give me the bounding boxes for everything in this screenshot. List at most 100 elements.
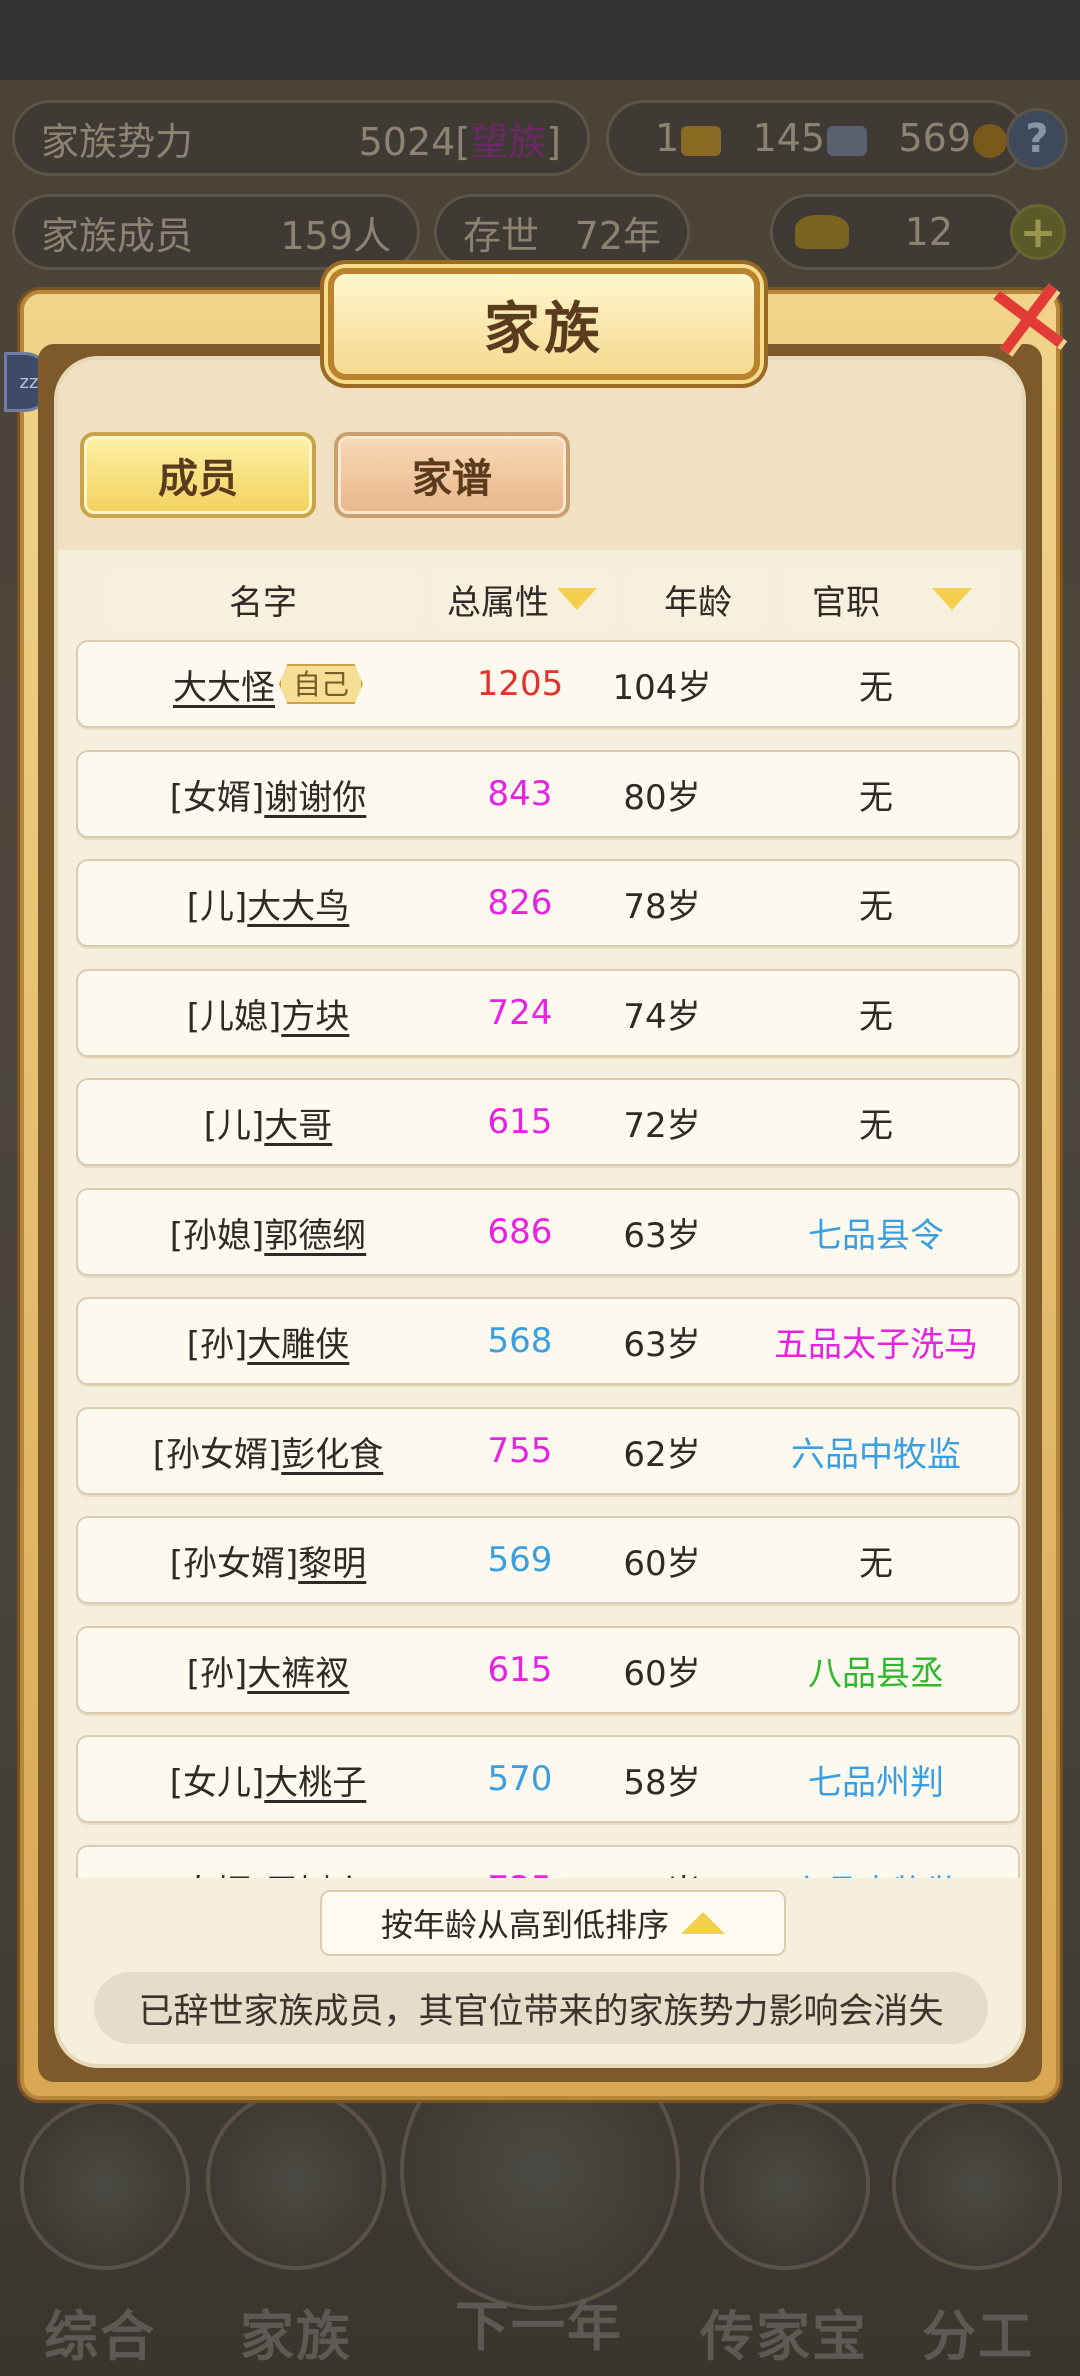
family-members-label: 家族成员	[41, 213, 194, 258]
member-relation: [孙]	[186, 1653, 248, 1694]
member-age: 74岁	[623, 996, 701, 1037]
member-office: 八品县丞	[808, 1653, 944, 1694]
member-name[interactable]: 彭化食	[281, 1427, 383, 1476]
member-name[interactable]: 大雕侠	[247, 1317, 349, 1366]
member-name-cell: [儿] 大哥	[78, 1080, 458, 1164]
ingot-value: 12	[904, 210, 953, 254]
member-attr: 569	[487, 1540, 553, 1580]
help-button[interactable]: ?	[1006, 108, 1068, 170]
tab-genealogy[interactable]: 家谱	[334, 432, 570, 518]
resource-count-1: 1	[655, 116, 723, 160]
member-row[interactable]: [儿] 大哥 615 72岁 无	[76, 1078, 1020, 1166]
member-relation: [女婿]	[169, 777, 265, 818]
member-relation: [孙]	[186, 1324, 248, 1365]
tab-members[interactable]: 成员	[80, 432, 316, 518]
nav-family-label[interactable]: 家族	[240, 2292, 352, 2371]
member-relation: [孙女婿]	[152, 1434, 282, 1475]
sort-order-label: 按年龄从高到低排序	[380, 1906, 669, 1944]
resource-count-2: 145	[753, 116, 870, 160]
member-name-cell: [女儿] 大桃子	[78, 1737, 458, 1821]
member-name[interactable]: 郭德纲	[264, 1208, 366, 1257]
member-list[interactable]: 大大怪 自己 1205 104岁无 [女婿] 谢谢你 843 80岁无 [儿] 大大鸟 826 78岁…	[76, 640, 1020, 1878]
family-power-pill: 家族势力 5024[望族]	[12, 100, 590, 176]
nav-general-icon[interactable]	[20, 2100, 190, 2270]
sort-dropdown-icon[interactable]	[557, 588, 597, 610]
nav-division-label[interactable]: 分工	[922, 2292, 1034, 2371]
member-office: 七品州判	[808, 1762, 944, 1803]
nav-division-icon[interactable]	[892, 2100, 1062, 2270]
gold-ingot-icon	[795, 215, 849, 249]
nav-general-label[interactable]: 综合	[44, 2292, 156, 2371]
sort-order-button[interactable]: 按年龄从高到低排序	[320, 1890, 786, 1956]
member-row[interactable]: [儿] 大大鸟 826 78岁 无	[76, 859, 1020, 947]
member-office: 五品太子洗马	[774, 1324, 978, 1365]
column-header-office[interactable]: 官职	[784, 570, 1000, 628]
member-name-cell: [孙女婿] 彭化食	[78, 1409, 458, 1493]
member-attr: 755	[487, 1431, 553, 1471]
member-name[interactable]: 大哥	[264, 1098, 332, 1147]
family-years-pill: 存世 72年	[434, 194, 690, 270]
member-row[interactable]: [孙女婿] 彭化食 755 62岁 六品中牧监	[76, 1407, 1020, 1495]
member-name-cell: [孙媳] 郭德纲	[78, 1190, 458, 1274]
silver-bar-icon	[827, 125, 868, 156]
member-age: 60岁	[623, 1653, 701, 1694]
member-row[interactable]: [孙媳] 郭德纲 686 63岁 七品县令	[76, 1188, 1020, 1276]
member-name[interactable]: 黎明	[298, 1536, 366, 1585]
member-attr: 568	[487, 1321, 553, 1361]
member-attr: 615	[487, 1102, 553, 1142]
column-header-office-label: 官职	[812, 582, 880, 623]
column-header-attr[interactable]: 总属性	[432, 570, 612, 628]
member-row[interactable]: [孙] 大雕侠 568 63岁 五品太子洗马	[76, 1297, 1020, 1385]
coin-icon	[973, 123, 1007, 158]
member-age: 104岁	[612, 667, 712, 708]
member-row[interactable]: [女儿] 大桃子 570 58岁 七品州判	[76, 1735, 1020, 1823]
resources-pill: 1 145 569	[606, 100, 1026, 176]
filter-dropdown-icon[interactable]	[932, 588, 972, 610]
member-attr: 826	[487, 883, 553, 923]
member-name-cell: [儿媳] 方块	[78, 971, 458, 1055]
member-name-cell: [儿] 大大鸟	[78, 861, 458, 945]
nav-next-year-label[interactable]: 下一年	[455, 2282, 623, 2361]
member-name[interactable]: 大大怪	[173, 660, 275, 709]
member-office: 七品县令	[808, 1215, 944, 1256]
deceased-notice-text: 已辞世家族成员，其官位带来的家族势力影响会消失	[138, 1991, 944, 2032]
member-name-cell: [孙女婿] 黎明	[78, 1518, 458, 1602]
member-name[interactable]: 大裤衩	[247, 1646, 349, 1695]
status-bar	[0, 0, 1080, 80]
member-name[interactable]: 大大鸟	[247, 879, 349, 928]
member-relation: [儿]	[186, 886, 248, 927]
member-office: 无	[859, 996, 893, 1037]
nav-heirloom-label[interactable]: 传家宝	[700, 2292, 868, 2371]
member-name[interactable]: 大桃子	[264, 1755, 366, 1804]
member-row[interactable]: [女婿] 谢谢你 843 80岁 无	[76, 750, 1020, 838]
family-rank: 望族	[470, 119, 547, 164]
member-attr: 686	[487, 1212, 553, 1252]
column-header-attr-label: 总属性	[447, 582, 549, 623]
family-power-value: 5024[望族]	[358, 119, 561, 164]
member-attr: 843	[487, 774, 553, 814]
nav-heirloom-icon[interactable]	[700, 2100, 870, 2270]
member-row[interactable]: 大大怪 自己 1205 104岁 无	[76, 640, 1020, 728]
member-age: 62岁	[623, 1434, 701, 1475]
bottom-nav: 综合 家族 下一年 传家宝 分工	[0, 2030, 1080, 2376]
member-name[interactable]: 方块	[281, 989, 349, 1038]
member-age: 72岁	[623, 1105, 701, 1146]
close-icon[interactable]: ✕	[967, 251, 1080, 391]
member-name[interactable]: 周树人	[264, 1865, 366, 1879]
member-row[interactable]: [孙女婿] 黎明 569 60岁 无	[76, 1516, 1020, 1604]
deceased-notice: 已辞世家族成员，其官位带来的家族势力影响会消失	[94, 1972, 988, 2044]
family-power-label: 家族势力	[41, 119, 194, 164]
member-name-cell: [孙] 大雕侠	[78, 1299, 458, 1383]
column-header-name-label: 名字	[229, 582, 297, 623]
member-age: 63岁	[623, 1215, 701, 1256]
nav-family-icon[interactable]	[206, 2090, 386, 2270]
member-name-cell: 大大怪 自己	[78, 642, 458, 726]
member-row[interactable]: [女婿]周树人73557岁六品中牧监	[76, 1845, 1020, 1878]
member-name[interactable]: 谢谢你	[264, 770, 366, 819]
member-attr: 615	[487, 1650, 553, 1690]
member-relation: [女儿]	[169, 1762, 265, 1803]
member-row[interactable]: [孙] 大裤衩 615 60岁 八品县丞	[76, 1626, 1020, 1714]
family-members-value: 159人	[280, 213, 391, 258]
family-years-label: 存世	[463, 213, 540, 258]
member-row[interactable]: [儿媳] 方块 724 74岁 无	[76, 969, 1020, 1057]
